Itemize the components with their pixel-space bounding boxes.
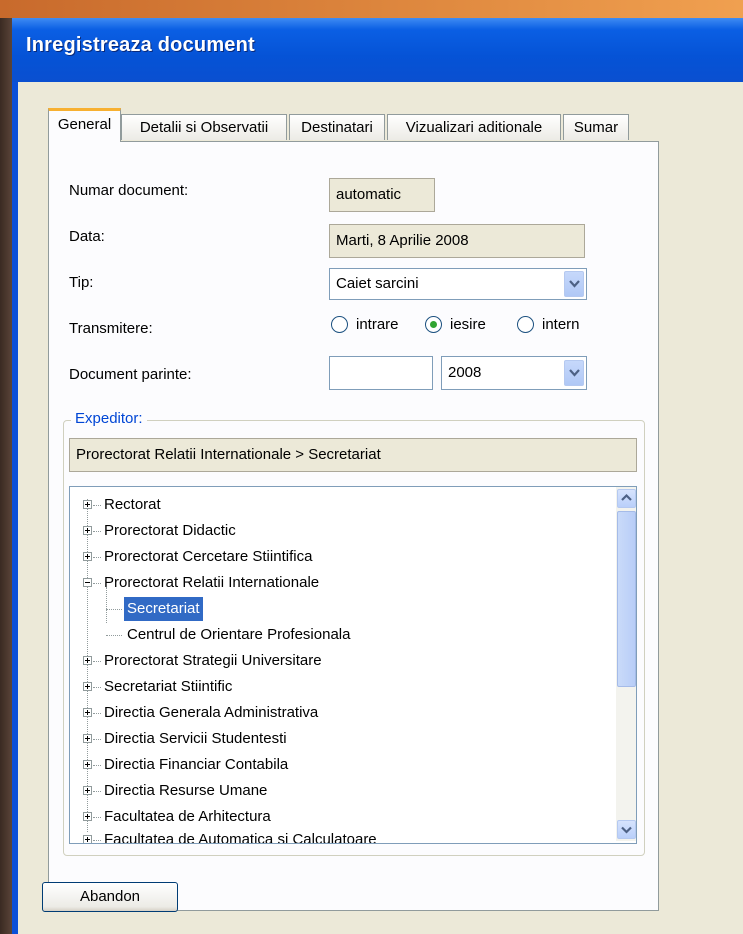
expand-icon[interactable] bbox=[83, 656, 92, 665]
radio-iesire[interactable]: iesire bbox=[425, 316, 486, 333]
departments-tree[interactable]: Rectorat Prorectorat Didactic Prorectora… bbox=[69, 486, 637, 844]
radio-intrare-label: intrare bbox=[356, 316, 399, 333]
tree-node-label: Prorectorat Relatii Internationale bbox=[104, 574, 320, 591]
radio-intrare[interactable]: intrare bbox=[331, 316, 399, 333]
window-title: Inregistreaza document bbox=[26, 34, 255, 56]
desktop-background bbox=[0, 0, 743, 18]
data-field: Marti, 8 Aprilie 2008 bbox=[329, 224, 585, 258]
tree-node-label: Centrul de Orientare Profesionala bbox=[127, 626, 351, 643]
tree-node-label: Facultatea de Arhitectura bbox=[104, 808, 271, 825]
tree-node-label: Secretariat Stiintific bbox=[104, 678, 233, 695]
numar-document-label: Numar document: bbox=[69, 182, 189, 199]
tree-node-label: Prorectorat Strategii Universitare bbox=[104, 652, 322, 669]
expand-icon[interactable] bbox=[83, 552, 92, 561]
year-selected-value: 2008 bbox=[448, 364, 482, 381]
expand-icon[interactable] bbox=[83, 835, 92, 843]
radio-intern[interactable]: intern bbox=[517, 316, 580, 333]
expand-icon[interactable] bbox=[83, 526, 92, 535]
scroll-up-button[interactable] bbox=[617, 489, 636, 508]
tree-node-label: Directia Servicii Studentesti bbox=[104, 730, 287, 747]
expand-icon[interactable] bbox=[83, 682, 92, 691]
title-bar[interactable]: Inregistreaza document bbox=[12, 18, 743, 82]
transmitere-label: Transmitere: bbox=[69, 320, 153, 337]
expand-icon[interactable] bbox=[83, 500, 92, 509]
desktop-edge bbox=[0, 18, 12, 934]
chevron-down-icon bbox=[621, 826, 632, 834]
tab-general[interactable]: General bbox=[48, 108, 121, 142]
chevron-up-icon bbox=[621, 493, 632, 501]
numar-document-field: automatic bbox=[329, 178, 435, 212]
tree-node-label: Prorectorat Didactic bbox=[104, 522, 236, 539]
tab-sumar[interactable]: Sumar bbox=[563, 114, 629, 140]
tree-node-label: Directia Resurse Umane bbox=[104, 782, 268, 799]
tree-node-label: Prorectorat Cercetare Stiintifica bbox=[104, 548, 313, 565]
tab-vizualizari[interactable]: Vizualizari aditionale bbox=[387, 114, 561, 140]
tab-detalii[interactable]: Detalii si Observatii bbox=[121, 114, 287, 140]
expand-icon[interactable] bbox=[83, 786, 92, 795]
expand-icon[interactable] bbox=[83, 708, 92, 717]
tip-dropdown[interactable]: Caiet sarcini bbox=[329, 268, 587, 300]
document-parinte-input[interactable] bbox=[329, 356, 433, 390]
expand-icon[interactable] bbox=[83, 734, 92, 743]
tree-node-label: Facultatea de Automatica si Calculatoare bbox=[104, 831, 377, 844]
tree-line bbox=[87, 499, 88, 832]
tree-node-label: Directia Financiar Contabila bbox=[104, 756, 289, 773]
radio-selected-icon[interactable] bbox=[425, 316, 442, 333]
tree-node-label: Directia Generala Administrativa bbox=[104, 704, 319, 721]
chevron-down-icon[interactable] bbox=[564, 271, 584, 297]
chevron-down-icon[interactable] bbox=[564, 360, 584, 386]
radio-iesire-label: iesire bbox=[450, 316, 486, 333]
scroll-thumb[interactable] bbox=[617, 511, 636, 687]
expeditor-path-field: Prorectorat Relatii Internationale > Sec… bbox=[69, 438, 637, 472]
abandon-button[interactable]: Abandon bbox=[42, 882, 178, 912]
radio-intern-label: intern bbox=[542, 316, 580, 333]
tip-label: Tip: bbox=[69, 274, 94, 291]
expeditor-legend: Expeditor: bbox=[71, 410, 147, 427]
data-label: Data: bbox=[69, 228, 105, 245]
tree-scrollbar[interactable] bbox=[616, 487, 636, 841]
radio-button-icon[interactable] bbox=[331, 316, 348, 333]
general-tab-panel: Numar document: automatic Data: Marti, 8… bbox=[48, 141, 659, 911]
year-dropdown[interactable]: 2008 bbox=[441, 356, 587, 390]
tip-selected-value: Caiet sarcini bbox=[336, 275, 419, 292]
document-parinte-label: Document parinte: bbox=[69, 366, 192, 383]
scroll-down-button[interactable] bbox=[617, 820, 636, 839]
collapse-icon[interactable] bbox=[83, 578, 92, 587]
tree-node-label: Rectorat bbox=[104, 496, 161, 513]
tab-destinatari[interactable]: Destinatari bbox=[289, 114, 385, 140]
dialog-window: Inregistreaza document General Detalii s… bbox=[12, 18, 743, 934]
radio-button-icon[interactable] bbox=[517, 316, 534, 333]
tree-node-label: Secretariat bbox=[124, 597, 203, 621]
expand-icon[interactable] bbox=[83, 812, 92, 821]
dialog-client-area: General Detalii si Observatii Destinatar… bbox=[18, 82, 743, 934]
expand-icon[interactable] bbox=[83, 760, 92, 769]
